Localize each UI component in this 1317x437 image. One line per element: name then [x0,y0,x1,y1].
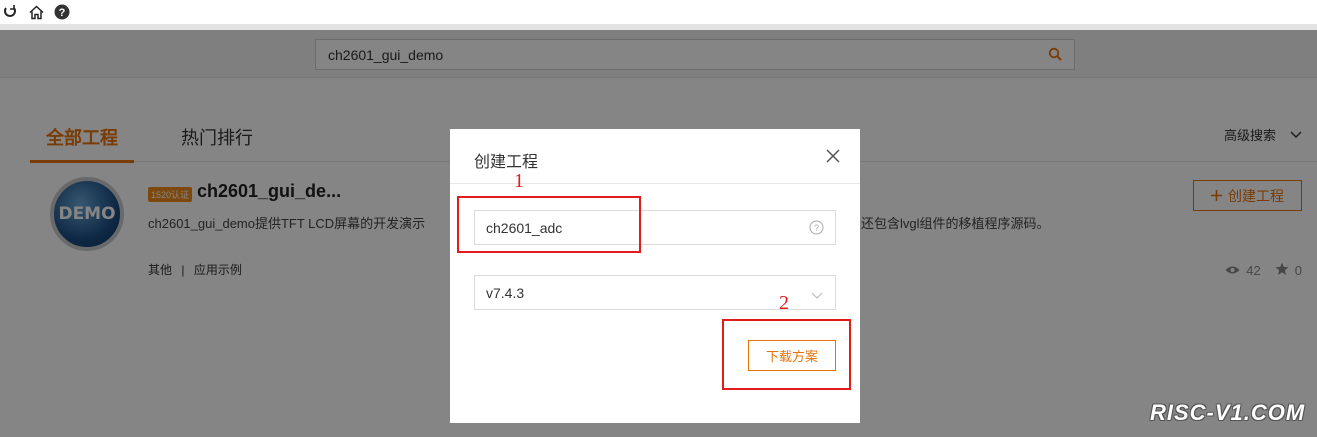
chevron-down-icon [811,287,823,303]
annotation-box-2 [722,319,851,390]
svg-text:?: ? [59,7,66,19]
svg-text:?: ? [814,223,819,233]
question-icon[interactable]: ? [809,220,824,238]
dialog-title: 创建工程 [474,154,539,171]
close-icon[interactable] [826,149,840,163]
dialog-header: 创建工程 [450,129,860,184]
refresh-icon[interactable] [2,4,18,20]
watermark: RISC-V1.COM [1150,400,1306,425]
browser-toolbar: ? [0,0,1317,24]
annotation-number-1: 1 [514,170,524,192]
annotation-box-1 [457,196,641,253]
home-icon[interactable] [28,4,44,20]
version-value: v7.4.3 [486,284,525,301]
help-icon[interactable]: ? [54,4,70,20]
annotation-number-2: 2 [779,292,789,314]
